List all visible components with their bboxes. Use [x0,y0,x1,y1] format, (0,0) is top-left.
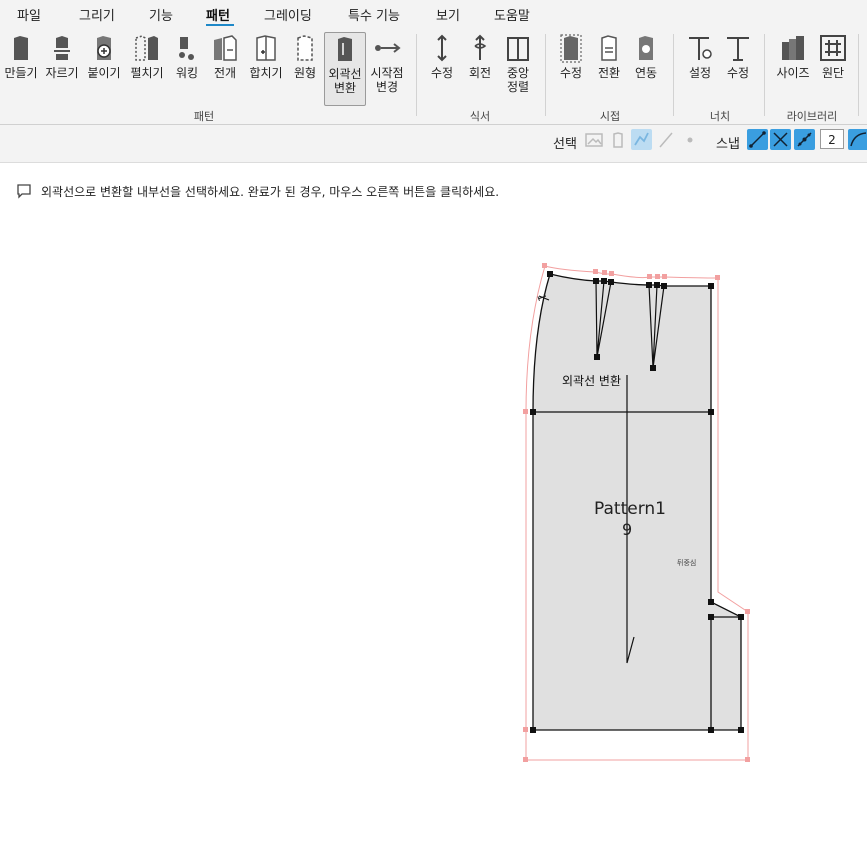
ribbon-separator [416,34,417,116]
snap-curve-icon [850,132,867,147]
pattern-walking-icon [179,37,194,60]
pattern-paste-icon [97,36,111,60]
ribbon-separator [858,34,859,116]
ribbon: 만들기 자르기 붙이기 펼치기 워킹 전개 합치기 원형 외곽선 변환 시작점 … [0,28,867,125]
grain-center-icon [507,37,529,61]
pattern-spread-icon [135,35,158,61]
tool-develop[interactable]: 전개 [206,32,244,80]
tool-outline-convert[interactable]: 외곽선 변환 [324,32,366,106]
seam-link-icon [639,36,653,60]
menu-special[interactable]: 특수 기능 [348,5,400,24]
pattern-drawing [523,263,750,762]
pattern-develop-icon [214,35,237,61]
group-library-label: 라이브러리 [786,110,838,123]
pattern-original-icon [297,35,313,61]
tool-create[interactable]: 만들기 [2,32,40,80]
snap-divide-toggle[interactable] [794,129,815,150]
tool-original[interactable]: 원형 [288,32,322,80]
tool-grain-edit[interactable]: 수정 [424,32,460,80]
group-grain-label: 식서 [469,110,491,123]
drawing-canvas[interactable]: 1 외곽선 변환 Pattern1 9 뒤중심 [0,163,867,857]
tool-cut[interactable]: 자르기 [42,32,82,80]
tool-seam-link[interactable]: 연동 [628,32,664,80]
pattern-merge-icon [256,35,276,61]
tool-spread[interactable]: 펼치기 [126,32,168,80]
pattern-number-label: 9 [622,520,633,539]
tool-walking[interactable]: 워킹 [170,32,204,80]
menu-help[interactable]: 도움말 [494,5,530,24]
tool-merge[interactable]: 합치기 [246,32,286,80]
snap-toolbar: 선택 스냅 2 [0,125,867,163]
grain-rotate-icon [474,34,487,60]
snap-divide-count-input[interactable]: 2 [820,129,844,149]
ribbon-separator [673,34,674,116]
active-tab-indicator [206,24,234,26]
notch-set-icon [689,37,712,60]
snap-label: 스냅 [716,137,740,152]
size-library-icon [782,36,804,60]
snap-end-icon [749,131,766,148]
select-pattern-icon[interactable] [608,130,628,150]
tool-notch-edit[interactable]: 수정 [720,32,756,80]
seam-edit-icon [560,34,582,63]
menu-draw[interactable]: 그리기 [79,5,115,24]
tool-grain-center[interactable]: 중앙 정렬 [500,32,536,94]
select-image-icon[interactable] [584,130,604,150]
select-point-icon[interactable] [680,130,700,150]
snap-intersect-icon [773,132,788,147]
ribbon-separator [764,34,765,116]
tool-start-point[interactable]: 시작점 변경 [366,32,408,94]
tool-paste[interactable]: 붙이기 [84,32,124,80]
fabric-grid-icon [820,35,846,61]
tool-seam-edit[interactable]: 수정 [552,32,590,80]
menu-pattern[interactable]: 패턴 [206,5,230,24]
group-pattern-label: 패턴 [193,110,215,123]
seam-switch-icon [601,35,617,61]
snap-curve-toggle[interactable] [848,129,867,150]
pattern-name-label: Pattern1 [594,499,666,519]
group-notch-label: 너치 [709,110,731,123]
ribbon-separator [545,34,546,116]
tool-seam-switch[interactable]: 전환 [592,32,626,80]
menu-grading[interactable]: 그레이딩 [264,5,312,24]
menu-bar: 파일 그리기 기능 패턴 그레이딩 특수 기능 보기 도움말 [0,0,867,28]
back-center-label: 뒤중심 [677,559,697,567]
snap-end-toggle[interactable] [747,129,768,150]
grain-edit-icon [437,34,447,62]
pattern-cut-icon [54,36,70,60]
menu-file[interactable]: 파일 [17,5,41,24]
selection-tooltip: 외곽선 변환 [562,374,622,388]
menu-view[interactable]: 보기 [436,5,460,24]
tool-grain-rotate[interactable]: 회전 [462,32,498,80]
start-point-arrow-icon [375,43,401,53]
snap-intersect-toggle[interactable] [770,129,791,150]
snap-divide-icon [797,132,812,147]
tool-fabric[interactable]: 원단 [816,32,850,80]
select-line-toggle[interactable] [631,129,652,150]
select-label: 선택 [553,137,577,152]
group-seam-label: 시접 [599,110,621,123]
tool-size[interactable]: 사이즈 [772,32,814,80]
menu-function[interactable]: 기능 [149,5,173,24]
select-straight-line-icon[interactable] [656,130,676,150]
outline-convert-icon [338,37,352,61]
select-line-icon [634,132,649,146]
pattern-create-icon [14,36,28,60]
tool-notch-set[interactable]: 설정 [682,32,718,80]
notch-edit-icon [727,37,749,61]
